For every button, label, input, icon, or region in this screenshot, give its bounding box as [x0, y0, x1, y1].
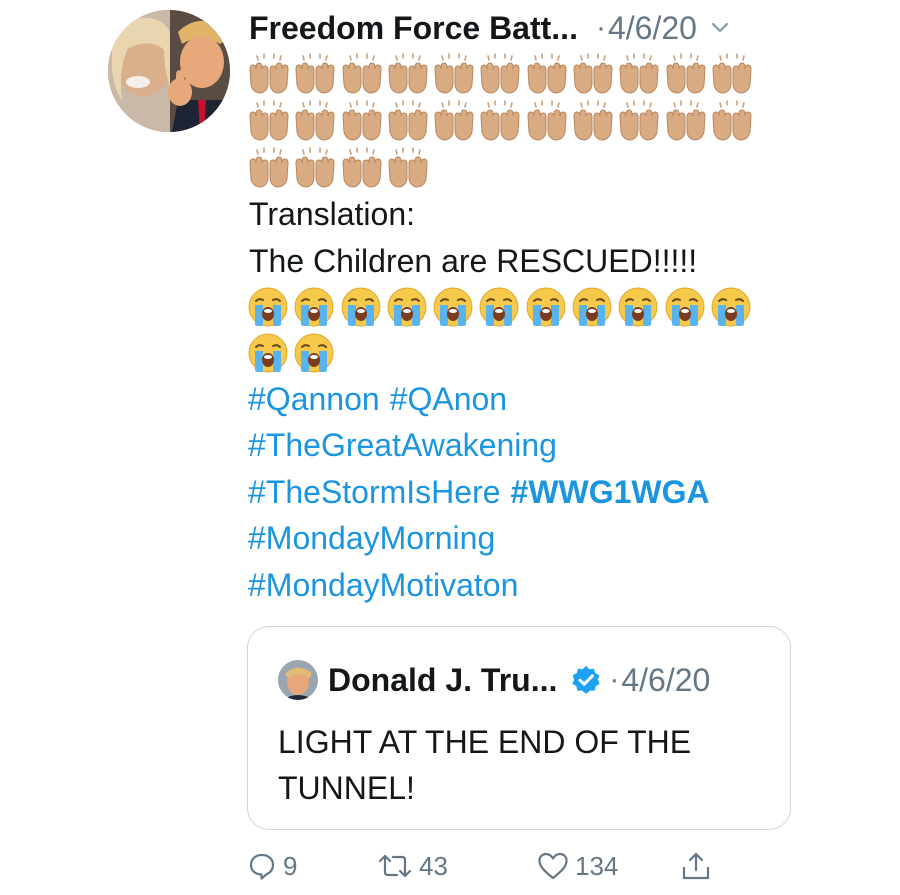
- emoji-row: [247, 146, 432, 192]
- date-separator: ·: [595, 11, 606, 44]
- tweet-text-line: The Children are RESCUED!!!!!: [249, 243, 698, 279]
- raised-hands-emoji: [617, 52, 663, 98]
- loudly-crying-face-emoji: [386, 284, 432, 330]
- raised-hands-emoji: [293, 52, 339, 98]
- raised-hands-emoji: [710, 52, 756, 98]
- raised-hands-emoji: [710, 99, 756, 145]
- raised-hands-emoji: [247, 146, 293, 192]
- retweet-count: 43: [419, 850, 448, 881]
- raised-hands-emoji: [664, 52, 710, 98]
- date-separator: ·: [609, 663, 620, 696]
- loudly-crying-face-emoji: [432, 284, 478, 330]
- tweet-text-line: Translation:: [249, 196, 415, 232]
- raised-hands-emoji: [340, 52, 386, 98]
- like-count: 134: [575, 850, 619, 881]
- share-button[interactable]: [680, 846, 712, 886]
- reply-button[interactable]: 9: [247, 846, 297, 886]
- hashtag-link[interactable]: #MondayMotivaton: [248, 567, 518, 603]
- hashtag-link[interactable]: #Qannon: [248, 381, 380, 417]
- raised-hands-emoji: [571, 52, 617, 98]
- tweet-action-bar: 9 43 134: [247, 846, 727, 886]
- hashtag-link[interactable]: #TheGreatAwakening: [248, 427, 557, 463]
- author-name[interactable]: Freedom Force Batt...: [249, 10, 578, 47]
- share-icon: [680, 850, 712, 882]
- loudly-crying-face-emoji: [664, 284, 710, 330]
- hashtag-link[interactable]: #MondayMorning: [248, 520, 495, 556]
- chevron-down-icon[interactable]: [711, 22, 729, 34]
- tweet-header: Freedom Force Batt... · 4/6/20: [249, 6, 809, 50]
- raised-hands-emoji: [432, 52, 478, 98]
- raised-hands-emoji: [478, 99, 524, 145]
- emoji-row: [247, 284, 756, 330]
- like-icon: [537, 851, 569, 881]
- raised-hands-emoji: [293, 99, 339, 145]
- hashtag-line: #MondayMorning: [248, 515, 505, 561]
- loudly-crying-face-emoji: [478, 284, 524, 330]
- raised-hands-emoji: [386, 99, 432, 145]
- emoji-row: [247, 52, 756, 98]
- reply-icon: [247, 851, 277, 881]
- loudly-crying-face-emoji: [247, 330, 293, 376]
- raised-hands-emoji: [340, 99, 386, 145]
- like-button[interactable]: 134: [537, 846, 618, 886]
- reply-count: 9: [283, 850, 298, 881]
- author-avatar[interactable]: [108, 10, 230, 132]
- quoted-tweet-header: Donald J. Tru... · 4/6/20: [278, 659, 710, 701]
- raised-hands-emoji: [478, 52, 524, 98]
- verified-badge-icon: [571, 665, 601, 695]
- loudly-crying-face-emoji: [525, 284, 571, 330]
- hashtag-link[interactable]: #TheStormIsHere: [248, 474, 501, 510]
- raised-hands-emoji: [617, 99, 663, 145]
- raised-hands-emoji: [525, 52, 571, 98]
- hashtag-line: #TheGreatAwakening: [248, 422, 567, 468]
- loudly-crying-face-emoji: [247, 284, 293, 330]
- raised-hands-emoji: [340, 146, 386, 192]
- emoji-row: [247, 330, 340, 376]
- loudly-crying-face-emoji: [340, 284, 386, 330]
- loudly-crying-face-emoji: [293, 330, 339, 376]
- raised-hands-emoji: [432, 99, 478, 145]
- quoted-tweet-card[interactable]: Donald J. Tru... · 4/6/20 LIGHT AT THE E…: [247, 626, 791, 830]
- raised-hands-emoji: [247, 52, 293, 98]
- retweet-icon: [377, 851, 413, 881]
- hashtag-line: #MondayMotivaton: [248, 562, 528, 608]
- hashtag-line: #Qannon #QAnon: [248, 376, 517, 422]
- quoted-tweet-date[interactable]: 4/6/20: [621, 662, 710, 699]
- loudly-crying-face-emoji: [293, 284, 339, 330]
- quoted-author-name[interactable]: Donald J. Tru...: [328, 662, 557, 699]
- raised-hands-emoji: [293, 146, 339, 192]
- raised-hands-emoji: [386, 146, 432, 192]
- raised-hands-emoji: [525, 99, 571, 145]
- quoted-tweet-text: LIGHT AT THE END OF THE TUNNEL!: [278, 724, 692, 806]
- loudly-crying-face-emoji: [617, 284, 663, 330]
- loudly-crying-face-emoji: [571, 284, 617, 330]
- raised-hands-emoji: [247, 99, 293, 145]
- hashtag-link[interactable]: #QAnon: [390, 381, 507, 417]
- loudly-crying-face-emoji: [710, 284, 756, 330]
- retweet-button[interactable]: 43: [377, 846, 448, 886]
- emoji-row: [247, 99, 756, 145]
- hashtag-line: #TheStormIsHere #WWG1WGA: [248, 469, 720, 515]
- tweet-date[interactable]: 4/6/20: [608, 10, 697, 47]
- hashtag-link[interactable]: #WWG1WGA: [511, 474, 710, 510]
- raised-hands-emoji: [386, 52, 432, 98]
- raised-hands-emoji: [571, 99, 617, 145]
- quoted-author-avatar[interactable]: [278, 660, 318, 700]
- raised-hands-emoji: [664, 99, 710, 145]
